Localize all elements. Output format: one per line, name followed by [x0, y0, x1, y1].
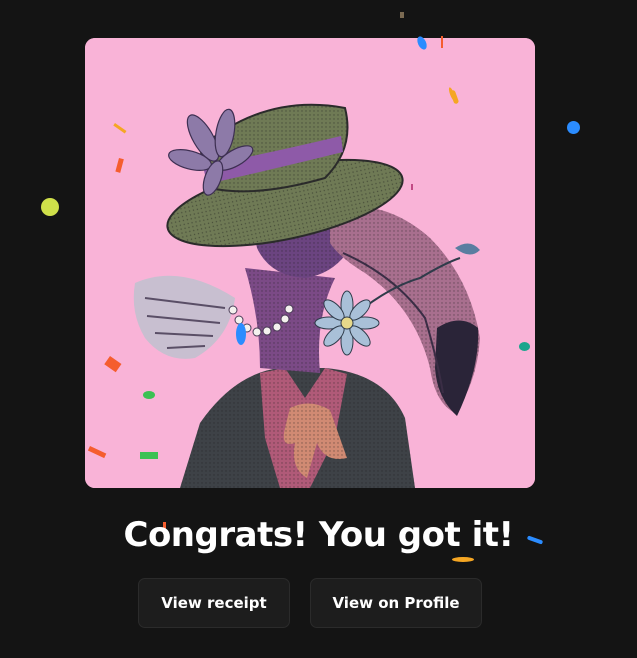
nft-artwork	[85, 38, 535, 488]
confetti-piece	[400, 12, 404, 18]
view-receipt-button[interactable]: View receipt	[138, 578, 290, 628]
confetti-piece	[567, 121, 580, 134]
confetti-piece	[41, 198, 59, 216]
success-headline: Congrats! You got it!	[123, 515, 515, 555]
purchase-success-screen: Congrats! You got it! View receipt View …	[0, 0, 637, 658]
view-on-profile-button[interactable]: View on Profile	[310, 578, 482, 628]
